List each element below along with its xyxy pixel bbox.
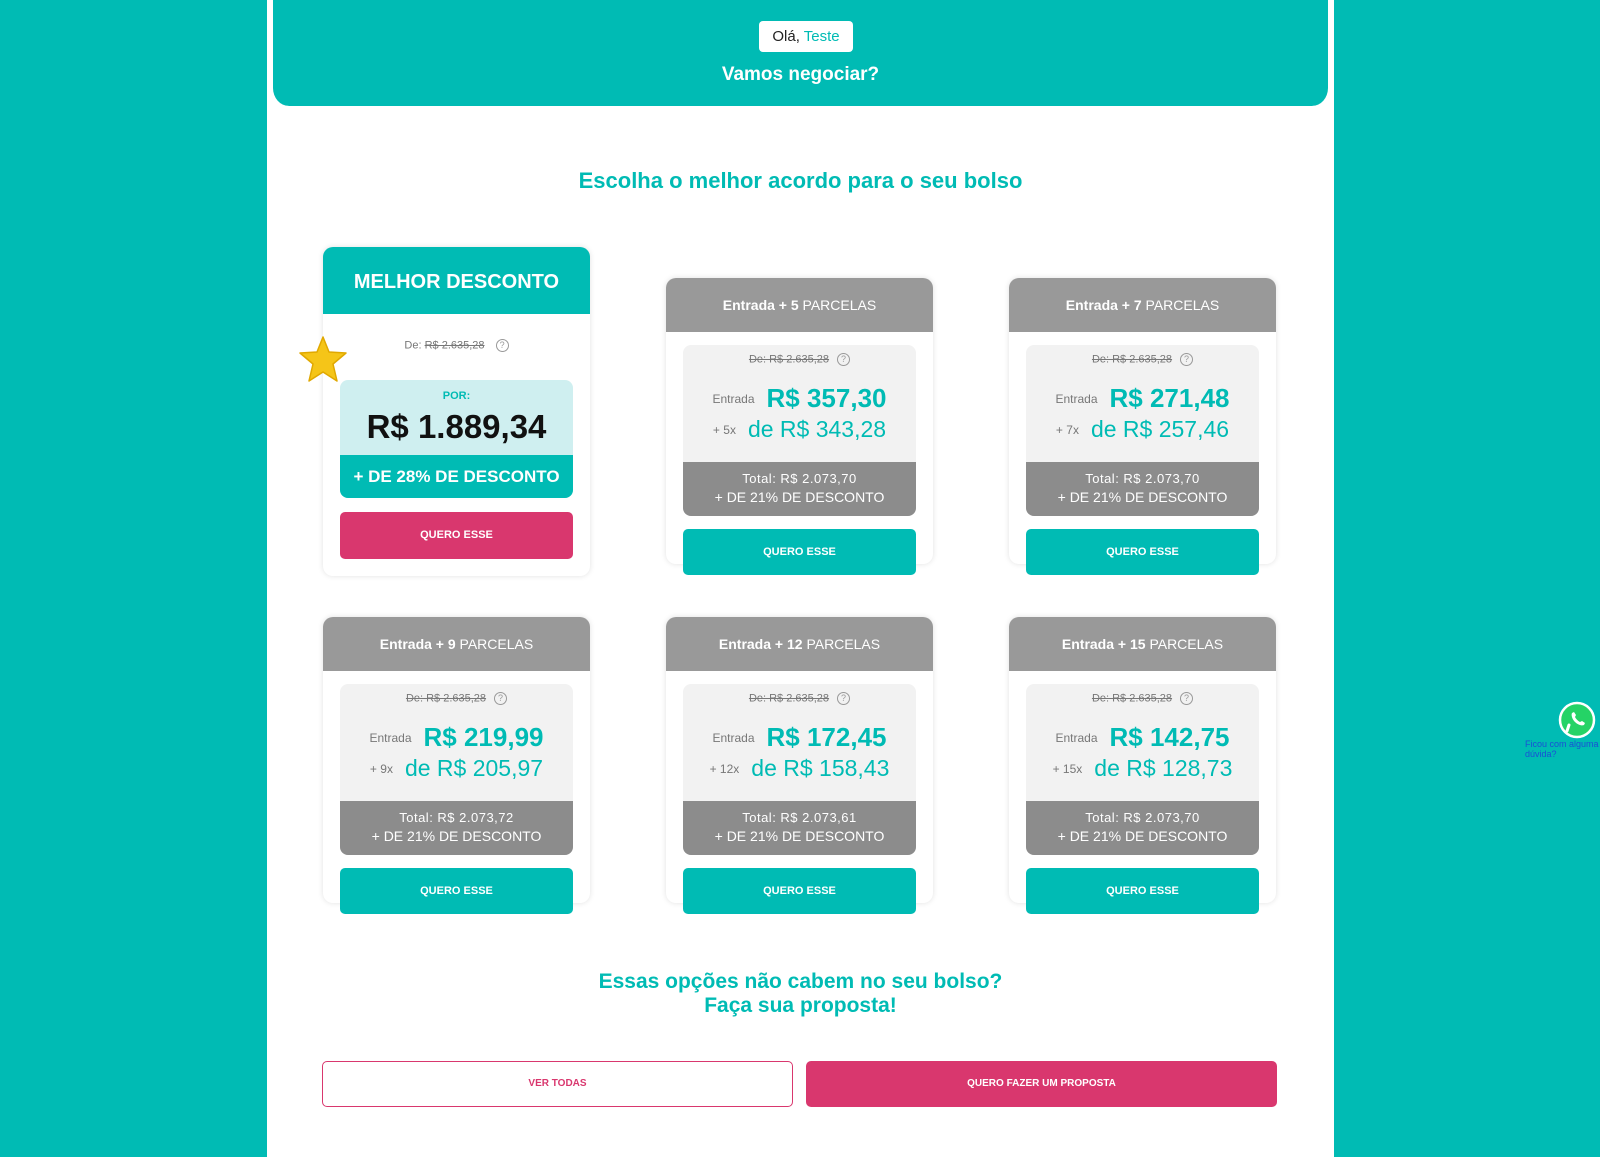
offer-price-box: De: R$ 2.635,28? Entrada R$ 271,48 + 7x de… (1026, 345, 1259, 516)
section-title: Escolha o melhor acordo para o seu bolso (578, 168, 1023, 193)
best-offer-card: MELHOR DESCONTO De: R$ 2.635,28 ? POR: R… (299, 247, 590, 576)
total-box: Total: R$ 2.073,70 + DE 21% DE DESCONTO (683, 462, 916, 516)
page-container: Olá, Teste Vamos negociar? Escolha o mel… (267, 0, 1334, 1157)
hero-subtitle: Vamos negociar? (721, 64, 880, 85)
offer-card-header: Entrada + 5 PARCELAS (666, 278, 933, 332)
offer-price-box: De: R$ 2.635,28? Entrada R$ 357,30 + 5x de… (683, 345, 916, 516)
choose-best-button[interactable]: QUERO ESSE (340, 512, 573, 559)
offer-card-12: Entrada + 12 PARCELAS De: R$ 2.635,28? E… (666, 617, 933, 914)
original-price-label: De: (404, 339, 422, 352)
por-label: POR: (442, 390, 471, 402)
entrada-row: Entrada R$ 357,30 (712, 383, 887, 413)
help-icon[interactable]: ? (1180, 692, 1194, 705)
parcelas-row: + 5x de R$ 343,28 (712, 416, 887, 442)
choose-offer-button[interactable]: QUERO ESSE (340, 868, 573, 914)
offer-card-9: Entrada + 9 PARCELAS De: R$ 2.635,28? En… (323, 617, 590, 914)
offer-card-7: Entrada + 7 PARCELAS De: R$ 2.635,28? En… (1009, 278, 1276, 575)
original-price: De: R$ 2.635,28? (1026, 353, 1259, 366)
choose-offer-button[interactable]: QUERO ESSE (1026, 868, 1259, 914)
parcelas-row: + 12x de R$ 158,43 (709, 755, 890, 781)
see-all-button[interactable]: VER TODAS (322, 1061, 793, 1107)
original-price: De: R$ 2.635,28? (683, 353, 916, 366)
original-price: De: R$ 2.635,28? (683, 692, 916, 705)
offer-price-box: De: R$ 2.635,28? Entrada R$ 172,45 + 12x d… (683, 684, 916, 855)
choose-offer-button[interactable]: QUERO ESSE (683, 529, 916, 575)
make-proposal-button[interactable]: QUERO FAZER UM PROPOSTA (806, 1061, 1277, 1107)
entrada-row: Entrada R$ 172,45 (712, 722, 887, 752)
entrada-row: Entrada R$ 142,75 (1055, 722, 1230, 752)
help-icon[interactable]: ? (495, 339, 509, 352)
greeting-badge: Olá, Teste (759, 21, 853, 52)
original-price: De: R$ 2.635,28 ? (323, 339, 590, 352)
choose-offer-button[interactable]: QUERO ESSE (683, 868, 916, 914)
help-icon[interactable]: ? (1180, 353, 1194, 366)
original-price: De: R$ 2.635,28? (340, 692, 573, 705)
parcelas-row: + 15x de R$ 128,73 (1052, 755, 1233, 781)
discount-price: R$ 1.889,34 (366, 408, 547, 445)
hero-header: Olá, Teste Vamos negociar? (271, 0, 1330, 106)
parcelas-row: + 7x de R$ 257,46 (1055, 416, 1230, 442)
whatsapp-help-text[interactable]: Ficou com alguma dúvida? (1525, 739, 1600, 759)
whatsapp-icon[interactable] (1558, 701, 1596, 739)
offer-card-header: Entrada + 7 PARCELAS (1009, 278, 1276, 332)
bottom-title-line2: Faça sua proposta! (704, 994, 897, 1017)
offer-card-header: Entrada + 9 PARCELAS (323, 617, 590, 671)
offer-card-5: Entrada + 5 PARCELAS De: R$ 2.635,28? En… (666, 278, 933, 575)
help-icon[interactable]: ? (837, 353, 851, 366)
offer-card-15: Entrada + 15 PARCELAS De: R$ 2.635,28? E… (1009, 617, 1276, 914)
offer-card-header: Entrada + 12 PARCELAS (666, 617, 933, 671)
help-icon[interactable]: ? (494, 692, 508, 705)
entrada-row: Entrada R$ 219,99 (369, 722, 544, 752)
offer-price-box: De: R$ 2.635,28? Entrada R$ 219,99 + 9x de… (340, 684, 573, 855)
entrada-row: Entrada R$ 271,48 (1055, 383, 1230, 413)
total-box: Total: R$ 2.073,72 + DE 21% DE DESCONTO (340, 801, 573, 855)
bottom-title: Essas opções não cabem no seu bolso? Faç… (267, 970, 1334, 1018)
original-price-value: R$ 2.635,28 (424, 339, 485, 352)
total-box: Total: R$ 2.073,70 + DE 21% DE DESCONTO (1026, 801, 1259, 855)
offer-card-header: Entrada + 15 PARCELAS (1009, 617, 1276, 671)
offer-price-box: De: R$ 2.635,28? Entrada R$ 142,75 + 15x d… (1026, 684, 1259, 855)
total-box: Total: R$ 2.073,61 + DE 21% DE DESCONTO (683, 801, 916, 855)
original-price: De: R$ 2.635,28? (1026, 692, 1259, 705)
discount-price-box: POR: R$ 1.889,34 + DE 28% DE DESCONTO (340, 380, 573, 498)
greeting-text: Olá, (772, 28, 800, 45)
bottom-title-line1: Essas opções não cabem no seu bolso? (598, 970, 1003, 993)
choose-offer-button[interactable]: QUERO ESSE (1026, 529, 1259, 575)
user-name: Teste (803, 28, 840, 45)
discount-percent: + DE 28% DE DESCONTO (340, 455, 573, 498)
best-offer-title: MELHOR DESCONTO (323, 247, 590, 314)
help-icon[interactable]: ? (837, 692, 851, 705)
total-box: Total: R$ 2.073,70 + DE 21% DE DESCONTO (1026, 462, 1259, 516)
parcelas-row: + 9x de R$ 205,97 (369, 755, 544, 781)
